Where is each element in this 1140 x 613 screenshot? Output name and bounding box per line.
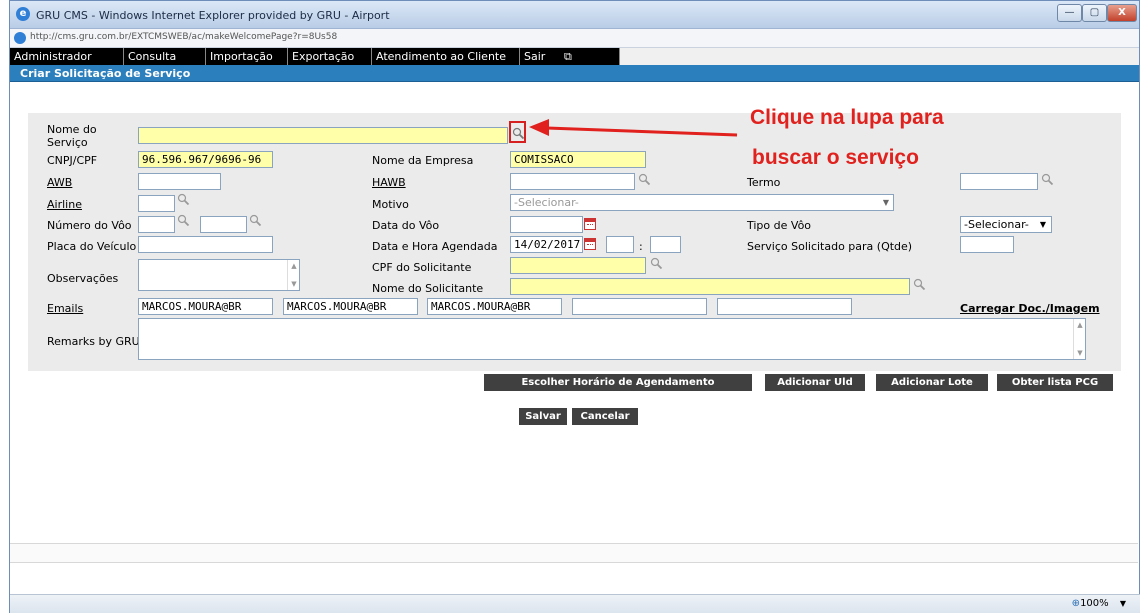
placa-input[interactable]: [138, 236, 273, 253]
obter-pcg-button[interactable]: Obter lista PCG: [997, 374, 1113, 391]
callout-arrow: [529, 119, 738, 137]
termo-input[interactable]: [960, 173, 1038, 190]
menu-strip: [620, 48, 1139, 65]
remarks-textarea[interactable]: ▲ ▼: [138, 318, 1086, 360]
cnpj-input[interactable]: 96.596.967/9696-96: [138, 151, 273, 168]
tipo-voo-chevron-icon[interactable]: ▼: [1036, 220, 1050, 229]
nome-solicitante-input[interactable]: [510, 278, 910, 295]
menu-administrador[interactable]: Administrador: [10, 48, 124, 65]
minuto-input[interactable]: [650, 236, 681, 253]
placa-label: Placa do Veículo: [47, 240, 137, 253]
numero-voo-airline-input[interactable]: [138, 216, 175, 233]
cpf-solicitante-input[interactable]: [510, 257, 646, 274]
numero-voo-label: Número do Vôo: [47, 219, 132, 232]
numero-voo-search-icon-2[interactable]: [249, 214, 263, 228]
maximize-button[interactable]: ▢: [1082, 4, 1107, 22]
adicionar-uld-button[interactable]: Adicionar Uld: [765, 374, 865, 391]
numero-voo-search-icon[interactable]: [177, 214, 191, 228]
remarks-label: Remarks by GRU: [47, 335, 140, 348]
nome-solicitante-search-icon[interactable]: [913, 278, 927, 292]
hawb-search-icon[interactable]: [638, 173, 652, 187]
calendar-icon[interactable]: [584, 218, 596, 230]
ie-logo-icon: e: [16, 7, 30, 21]
servico-qtde-label: Serviço Solicitado para (Qtde): [747, 240, 913, 253]
time-separator: :: [639, 240, 643, 253]
email-field-2[interactable]: MARCOS.MOURA@BR: [283, 298, 418, 315]
nome-servico-label-2: Serviço: [47, 136, 88, 149]
page-title: Criar Solicitação de Serviço: [20, 67, 191, 80]
data-hora-label: Data e Hora Agendada: [372, 240, 498, 253]
menu-atendimento[interactable]: Atendimento ao Cliente: [372, 48, 520, 65]
status-bar: ⊕100% ▼: [10, 594, 1140, 613]
zoom-level: 100%: [1080, 598, 1109, 609]
escolher-horario-button[interactable]: Escolher Horário de Agendamento: [484, 374, 752, 391]
servico-qtde-input[interactable]: [960, 236, 1014, 253]
hawb-input[interactable]: [510, 173, 635, 190]
motivo-label: Motivo: [372, 198, 409, 211]
termo-search-icon[interactable]: [1041, 173, 1055, 187]
search-icon-highlight: [509, 121, 526, 143]
page-footer-bar: [10, 543, 1138, 563]
data-hora-date-input[interactable]: 14/02/2017: [510, 236, 583, 253]
observacoes-textarea[interactable]: ▲ ▼: [138, 259, 300, 291]
zoom-icon: ⊕: [1071, 598, 1081, 609]
nome-servico-label-1: Nome do: [47, 123, 97, 136]
nome-servico-input[interactable]: [138, 127, 508, 144]
nome-empresa-input[interactable]: COMISSACO: [510, 151, 646, 168]
window-title: GRU CMS - Windows Internet Explorer prov…: [36, 9, 390, 22]
adicionar-lote-button[interactable]: Adicionar Lote: [876, 374, 988, 391]
remarks-scrollbar[interactable]: ▲ ▼: [1073, 319, 1085, 359]
address-bar[interactable]: http://cms.gru.com.br/EXTCMSWEB/ac/makeW…: [10, 29, 1139, 48]
restore-window-icon[interactable]: ⧉: [560, 48, 620, 65]
title-bar: e GRU CMS - Windows Internet Explorer pr…: [10, 1, 1139, 29]
url-text[interactable]: http://cms.gru.com.br/EXTCMSWEB/ac/makeW…: [30, 32, 337, 42]
nome-solicitante-label: Nome do Solicitante: [372, 282, 484, 295]
close-button[interactable]: X: [1107, 4, 1137, 22]
observacoes-scrollbar[interactable]: ▲ ▼: [287, 260, 299, 290]
airline-search-icon[interactable]: [177, 193, 191, 207]
menu-consulta[interactable]: Consulta: [124, 48, 206, 65]
observacoes-label: Observações: [47, 272, 119, 285]
cpf-search-icon[interactable]: [650, 257, 664, 271]
main-menu: Administrador Consulta Importação Export…: [10, 48, 620, 65]
awb-input[interactable]: [138, 173, 221, 190]
hawb-label: HAWB: [372, 176, 406, 189]
minimize-button[interactable]: —: [1057, 4, 1082, 22]
menu-exportacao[interactable]: Exportação: [288, 48, 372, 65]
hora-input[interactable]: [606, 236, 634, 253]
email-field-5[interactable]: [717, 298, 852, 315]
page-header: Criar Solicitação de Serviço: [10, 65, 1139, 82]
email-field-4[interactable]: [572, 298, 707, 315]
data-voo-input[interactable]: [510, 216, 583, 233]
email-field-3[interactable]: MARCOS.MOURA@BR: [427, 298, 562, 315]
email-field-1[interactable]: MARCOS.MOURA@BR: [138, 298, 273, 315]
data-voo-label: Data do Vôo: [372, 219, 440, 232]
calendar-icon-2[interactable]: [584, 238, 596, 250]
chevron-down-icon[interactable]: ▼: [879, 198, 893, 207]
zoom-dropdown-icon[interactable]: ▼: [1120, 599, 1126, 608]
callout-text-line2: buscar o serviço: [752, 146, 919, 169]
airline-input[interactable]: [138, 195, 175, 212]
airline-label: Airline: [47, 198, 82, 211]
nome-empresa-label: Nome da Empresa: [372, 154, 474, 167]
awb-label: AWB: [47, 176, 73, 189]
cnpj-label: CNPJ/CPF: [47, 154, 98, 167]
numero-voo-input[interactable]: [200, 216, 247, 233]
cpf-solicitante-label: CPF do Solicitante: [372, 261, 472, 274]
motivo-select[interactable]: -Selecionar-: [510, 194, 894, 211]
page-icon: [14, 32, 26, 44]
menu-importacao[interactable]: Importação: [206, 48, 288, 65]
zoom-control[interactable]: ⊕100% ▼: [1072, 598, 1126, 609]
carregar-doc-link[interactable]: Carregar Doc./Imagem: [960, 302, 1100, 315]
termo-label: Termo: [747, 176, 781, 189]
menu-sair[interactable]: Sair: [520, 48, 560, 65]
salvar-button[interactable]: Salvar: [519, 408, 567, 425]
emails-label: Emails: [47, 302, 84, 315]
callout-text-line1: Clique na lupa para: [750, 106, 944, 129]
tipo-voo-label: Tipo de Vôo: [747, 219, 812, 232]
cancelar-button[interactable]: Cancelar: [572, 408, 638, 425]
